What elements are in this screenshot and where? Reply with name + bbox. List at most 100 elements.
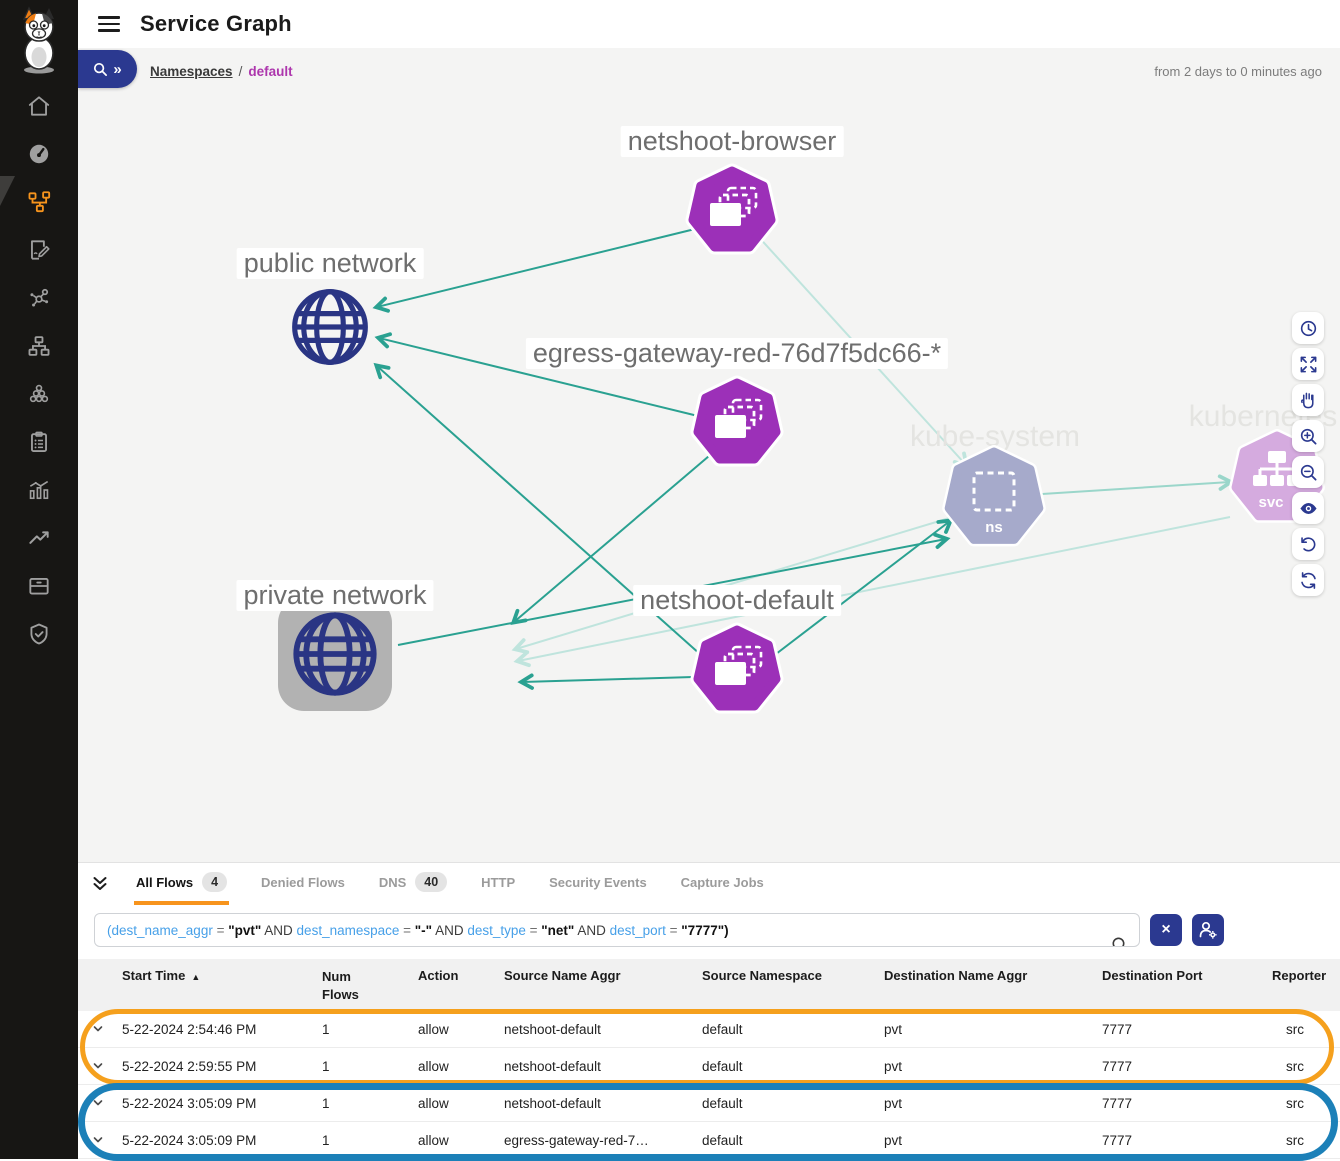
sidebar-item-network-topology[interactable] bbox=[0, 322, 78, 370]
col-dest-name-aggr[interactable]: Destination Name Aggr bbox=[884, 968, 1102, 983]
col-num-flows[interactable]: Num Flows bbox=[322, 968, 418, 1003]
search-icon bbox=[93, 62, 108, 77]
cell-reporter: src bbox=[1286, 1096, 1340, 1111]
node-label: public network bbox=[237, 248, 424, 279]
replicaset-icon bbox=[689, 622, 785, 718]
col-start-time[interactable]: Start Time▲ bbox=[122, 968, 322, 983]
user-settings-button[interactable] bbox=[1192, 914, 1224, 946]
cell-dest-name-aggr: pvt bbox=[884, 1133, 1102, 1148]
cell-reporter: src bbox=[1286, 1133, 1340, 1148]
cell-source-namespace: default bbox=[702, 1059, 884, 1074]
cell-action: allow bbox=[418, 1059, 504, 1074]
tab-security-events[interactable]: Security Events bbox=[547, 863, 649, 905]
undo-icon bbox=[1299, 535, 1318, 554]
sidebar-item-endpoints[interactable] bbox=[0, 274, 78, 322]
node-badge-svc: svc bbox=[1258, 494, 1283, 511]
service-graph-canvas[interactable]: » Namespaces/default from 2 days to 0 mi… bbox=[78, 48, 1340, 862]
graph-edge[interactable] bbox=[1042, 482, 1230, 494]
cell-start-time: 5-22-2024 3:05:09 PM bbox=[122, 1096, 322, 1111]
namespace-icon: ns bbox=[940, 444, 1048, 552]
security-shield-icon bbox=[26, 621, 52, 647]
graph-toolbar bbox=[1292, 312, 1324, 596]
graph-node-netshoot-default[interactable]: netshoot-default bbox=[689, 622, 785, 718]
graph-edge[interactable] bbox=[377, 229, 695, 307]
expand-row-icon[interactable] bbox=[92, 1023, 122, 1035]
refresh-icon bbox=[1299, 571, 1318, 590]
sidebar-item-reports[interactable] bbox=[0, 466, 78, 514]
cell-reporter: src bbox=[1286, 1022, 1340, 1037]
zoom-in-button[interactable] bbox=[1292, 420, 1324, 452]
fit-screen-button[interactable] bbox=[1292, 348, 1324, 380]
tab-http[interactable]: HTTP bbox=[479, 863, 517, 905]
sidebar-item-home[interactable] bbox=[0, 82, 78, 130]
col-dest-port[interactable]: Destination Port bbox=[1102, 968, 1272, 983]
graph-search-button[interactable]: » bbox=[78, 50, 137, 88]
col-reporter[interactable]: Reporter bbox=[1272, 968, 1340, 983]
expand-search-icon: » bbox=[113, 62, 121, 77]
sidebar-item-clusters[interactable] bbox=[0, 370, 78, 418]
graph-node-public-network[interactable]: public network bbox=[288, 285, 372, 369]
expand-row-icon[interactable] bbox=[92, 1060, 122, 1072]
cell-source-namespace: default bbox=[702, 1022, 884, 1037]
sidebar-item-trends[interactable] bbox=[0, 514, 78, 562]
cell-source-namespace: default bbox=[702, 1096, 884, 1111]
pan-button[interactable] bbox=[1292, 384, 1324, 416]
time-button[interactable] bbox=[1292, 312, 1324, 344]
cell-action: allow bbox=[418, 1096, 504, 1111]
cell-source-name-aggr: netshoot-default bbox=[504, 1022, 702, 1037]
clusters-icon bbox=[26, 381, 52, 407]
zoom-out-icon bbox=[1299, 463, 1318, 482]
sort-asc-icon: ▲ bbox=[191, 972, 200, 982]
flows-filter-input[interactable]: (dest_name_aggr = "pvt" AND dest_namespa… bbox=[94, 913, 1140, 947]
visibility-button[interactable] bbox=[1292, 492, 1324, 524]
cell-num-flows: 1 bbox=[322, 1133, 418, 1148]
undo-button[interactable] bbox=[1292, 528, 1324, 560]
graph-node-netshoot-browser[interactable]: netshoot-browser bbox=[684, 163, 780, 259]
cell-source-name-aggr: netshoot-default bbox=[504, 1096, 702, 1111]
menu-icon[interactable] bbox=[98, 12, 120, 36]
expand-row-icon[interactable] bbox=[92, 1134, 122, 1146]
tab-capture-jobs[interactable]: Capture Jobs bbox=[679, 863, 766, 905]
sidebar-item-policies[interactable] bbox=[0, 226, 78, 274]
sidebar-item-security[interactable] bbox=[0, 610, 78, 658]
table-row[interactable]: 5-22-2024 3:05:09 PM 1 allow egress-gate… bbox=[78, 1122, 1340, 1159]
graph-node-egress-gateway[interactable]: egress-gateway-red-76d7f5dc66-* bbox=[689, 375, 785, 471]
sidebar-item-service-graph[interactable] bbox=[0, 178, 78, 226]
sidebar-item-compliance[interactable] bbox=[0, 418, 78, 466]
col-source-name-aggr[interactable]: Source Name Aggr bbox=[504, 968, 702, 983]
top-bar: Service Graph bbox=[78, 0, 1340, 48]
col-action[interactable]: Action bbox=[418, 968, 504, 983]
clear-filter-button[interactable]: × bbox=[1150, 914, 1182, 946]
sidebar-item-storage[interactable] bbox=[0, 562, 78, 610]
cell-start-time: 5-22-2024 2:54:46 PM bbox=[122, 1022, 322, 1037]
tab-all-flows[interactable]: All Flows 4 bbox=[134, 863, 229, 905]
table-row[interactable]: 5-22-2024 2:54:46 PM 1 allow netshoot-de… bbox=[78, 1011, 1340, 1048]
graph-node-private-network[interactable]: private network bbox=[278, 597, 392, 711]
globe-icon bbox=[288, 285, 372, 369]
flows-table: Start Time▲ Num Flows Action Source Name… bbox=[78, 959, 1340, 1159]
globe-icon bbox=[289, 608, 381, 700]
node-label: netshoot-default bbox=[633, 585, 841, 616]
cell-num-flows: 1 bbox=[322, 1022, 418, 1037]
refresh-button[interactable] bbox=[1292, 564, 1324, 596]
cell-dest-port: 7777 bbox=[1102, 1133, 1272, 1148]
table-row[interactable]: 5-22-2024 3:05:09 PM 1 allow netshoot-de… bbox=[78, 1085, 1340, 1122]
breadcrumb: Namespaces/default bbox=[150, 64, 293, 79]
breadcrumb-namespaces-link[interactable]: Namespaces bbox=[150, 64, 233, 79]
table-header-row: Start Time▲ Num Flows Action Source Name… bbox=[78, 959, 1340, 1011]
tab-dns[interactable]: DNS 40 bbox=[377, 863, 449, 905]
cell-dest-port: 7777 bbox=[1102, 1096, 1272, 1111]
user-gear-icon bbox=[1198, 920, 1218, 940]
table-row[interactable]: 5-22-2024 2:59:55 PM 1 allow netshoot-de… bbox=[78, 1048, 1340, 1085]
graph-edge[interactable] bbox=[518, 517, 1230, 661]
cell-dest-port: 7777 bbox=[1102, 1059, 1272, 1074]
graph-edge[interactable] bbox=[522, 677, 693, 682]
tab-denied-flows[interactable]: Denied Flows bbox=[259, 863, 347, 905]
zoom-out-button[interactable] bbox=[1292, 456, 1324, 488]
trends-arrow-icon bbox=[26, 525, 52, 551]
col-source-namespace[interactable]: Source Namespace bbox=[702, 968, 884, 983]
collapse-panel-button[interactable] bbox=[90, 874, 110, 894]
sidebar-item-dashboard[interactable] bbox=[0, 130, 78, 178]
expand-row-icon[interactable] bbox=[92, 1097, 122, 1109]
graph-node-kube-system[interactable]: ns bbox=[940, 444, 1048, 552]
